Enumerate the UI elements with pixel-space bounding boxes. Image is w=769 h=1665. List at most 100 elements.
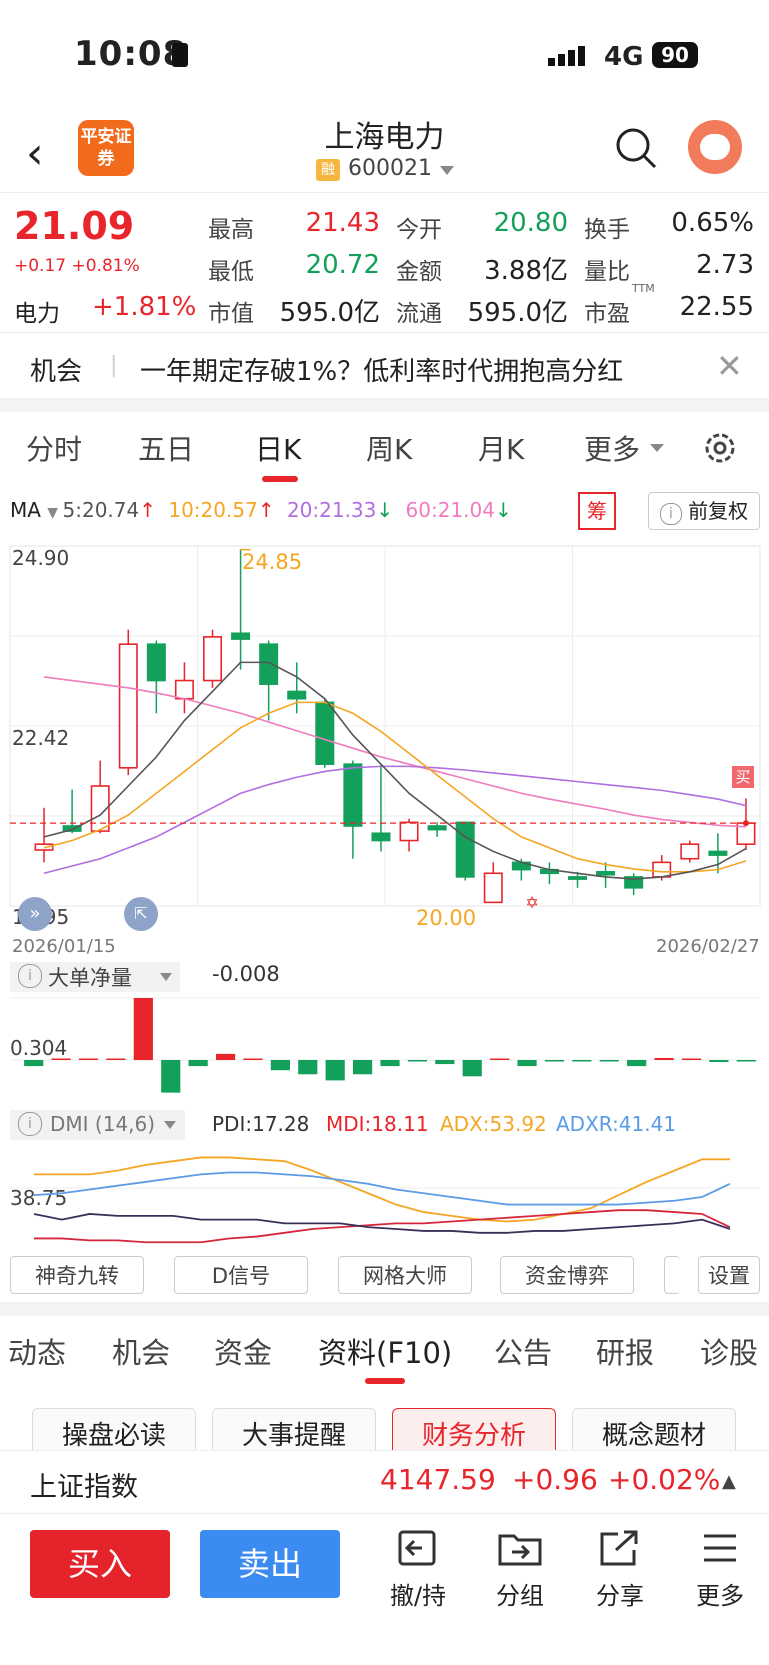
candle-body	[118, 643, 138, 769]
quote-label: 今开	[396, 217, 442, 243]
dmi-chart[interactable]	[0, 1142, 769, 1250]
adjust-mode-button[interactable]: i 前复权	[648, 492, 760, 530]
tool-fund-game[interactable]: 资金博弈	[500, 1256, 634, 1294]
tab-monthly-k[interactable]: 月K	[478, 428, 524, 468]
info-icon[interactable]: i	[18, 964, 42, 988]
ma60-line	[43, 676, 747, 828]
close-icon[interactable]: ✕	[716, 347, 743, 385]
candle-body	[680, 843, 700, 860]
news-headline[interactable]: 一年期定存破1%？低利率时代拥抱高分红	[140, 351, 623, 388]
chip-distribution-button[interactable]: 筹	[578, 492, 616, 530]
quote-value: 595.0亿	[467, 298, 568, 328]
current-price-dot	[742, 820, 749, 827]
quote-value: 3.88亿	[484, 256, 568, 286]
tab-announcement[interactable]: 公告	[494, 1330, 552, 1372]
tool-settings[interactable]: 设置	[698, 1256, 760, 1294]
candle-body	[483, 872, 503, 904]
candle-body	[315, 701, 335, 765]
candle-body	[343, 763, 363, 827]
stock-code[interactable]: 600021	[348, 156, 432, 181]
quote-label: 换手	[584, 217, 630, 243]
tab-f10[interactable]: 资料(F10)	[318, 1330, 452, 1372]
big-order-bar	[462, 1060, 482, 1077]
tab-five-day[interactable]: 五日	[138, 428, 194, 468]
tab-opportunity[interactable]: 机会	[112, 1330, 170, 1372]
big-order-bar	[353, 1060, 373, 1075]
big-order-bar	[572, 1060, 592, 1062]
group-label[interactable]: 分组	[475, 1576, 565, 1611]
ma60-value: 60:21.04	[405, 498, 495, 522]
big-order-title: 大单净量	[48, 966, 132, 990]
expand-up-icon[interactable]: ▲	[722, 1471, 736, 1492]
more-label[interactable]: 更多	[675, 1576, 765, 1611]
big-order-bar	[133, 998, 153, 1060]
quote-label: 最高	[208, 217, 254, 243]
gear-icon[interactable]	[702, 430, 738, 466]
kline-low-label: 20.00	[416, 906, 477, 930]
quote-value: 20.72	[305, 250, 380, 280]
tool-grid-master[interactable]: 网格大师	[338, 1256, 472, 1294]
code-dropdown-icon[interactable]	[440, 166, 454, 175]
expand-left-icon[interactable]: »	[18, 897, 52, 931]
big-order-bar	[24, 1060, 44, 1067]
folder-group-icon[interactable]	[490, 1526, 550, 1570]
index-ticker[interactable]: 上证指数 4147.59 +0.96 +0.02% ▲	[0, 1450, 769, 1514]
kline-high-label: 24.85	[242, 550, 303, 574]
big-order-bar	[407, 1060, 427, 1062]
quote-value: 2.73	[696, 250, 754, 280]
fullscreen-icon[interactable]: ⇱	[124, 897, 158, 931]
tab-daily-k[interactable]: 日K	[255, 428, 301, 468]
tab-more[interactable]: 更多	[584, 428, 640, 468]
down-arrow-icon: ↓	[376, 498, 394, 522]
tab-news[interactable]: 动态	[8, 1330, 66, 1372]
share-label[interactable]: 分享	[575, 1576, 665, 1611]
big-order-bar	[380, 1060, 400, 1067]
big-order-chart[interactable]	[0, 990, 769, 1102]
tab-diagnosis[interactable]: 诊股	[700, 1330, 758, 1372]
search-icon[interactable]	[614, 126, 658, 170]
candle-body	[259, 643, 279, 685]
sector-label[interactable]: 电力	[14, 294, 60, 328]
more-menu-icon[interactable]	[690, 1526, 750, 1570]
ma-legend[interactable]: MA ▼ 5:20.74↑ 10:20.57↑ 20:21.33↓ 60:21.…	[10, 498, 512, 522]
big-order-bar	[517, 1060, 537, 1067]
kline-date-end: 2026/02/27	[656, 936, 760, 957]
buy-marker[interactable]: 买	[732, 766, 754, 788]
tab-intraday[interactable]: 分时	[26, 428, 82, 468]
big-order-bar	[654, 1057, 674, 1060]
divider	[0, 1302, 769, 1316]
news-banner[interactable]: 机会 | 一年期定存破1%？低利率时代拥抱高分红 ✕	[0, 332, 769, 399]
big-order-dropdown-icon[interactable]	[160, 973, 172, 981]
tab-weekly-k[interactable]: 周K	[366, 428, 412, 468]
cancel-hold-icon[interactable]	[388, 1526, 448, 1570]
big-order-bar	[106, 1058, 126, 1060]
sell-button[interactable]: 卖出	[200, 1530, 340, 1598]
big-order-bar	[736, 1060, 756, 1062]
share-icon[interactable]	[590, 1526, 650, 1570]
tab-research[interactable]: 研报	[596, 1330, 654, 1372]
buy-button[interactable]: 买入	[30, 1530, 170, 1598]
ma20-line	[43, 765, 747, 875]
tab-funds[interactable]: 资金	[214, 1330, 272, 1372]
ma20-value: 20:21.33	[286, 498, 377, 522]
candle-body	[708, 850, 728, 856]
assistant-avatar[interactable]	[688, 120, 742, 174]
ma-dropdown-icon[interactable]: ▼	[47, 505, 62, 521]
candle-body	[455, 821, 475, 878]
ma5-line	[43, 661, 747, 880]
sector-change[interactable]: +1.81%	[92, 292, 196, 322]
cancel-hold-label[interactable]: 撤/持	[373, 1576, 463, 1611]
kline-chart[interactable]: ✡	[0, 536, 769, 970]
tool-d-signal[interactable]: D信号	[174, 1256, 308, 1294]
dmi-dropdown-icon[interactable]	[164, 1121, 176, 1129]
big-order-bar	[709, 1060, 729, 1063]
index-percent: +0.02%	[608, 1463, 721, 1496]
big-order-bar	[243, 1058, 263, 1060]
tool-overflow[interactable]	[664, 1256, 680, 1294]
more-dropdown-icon[interactable]	[650, 444, 664, 452]
info-icon[interactable]: i	[18, 1112, 42, 1136]
tool-magic-nine[interactable]: 神奇九转	[10, 1256, 144, 1294]
adx-line	[34, 1156, 730, 1223]
big-order-bar	[627, 1060, 647, 1067]
quote-value: 20.80	[493, 208, 568, 238]
